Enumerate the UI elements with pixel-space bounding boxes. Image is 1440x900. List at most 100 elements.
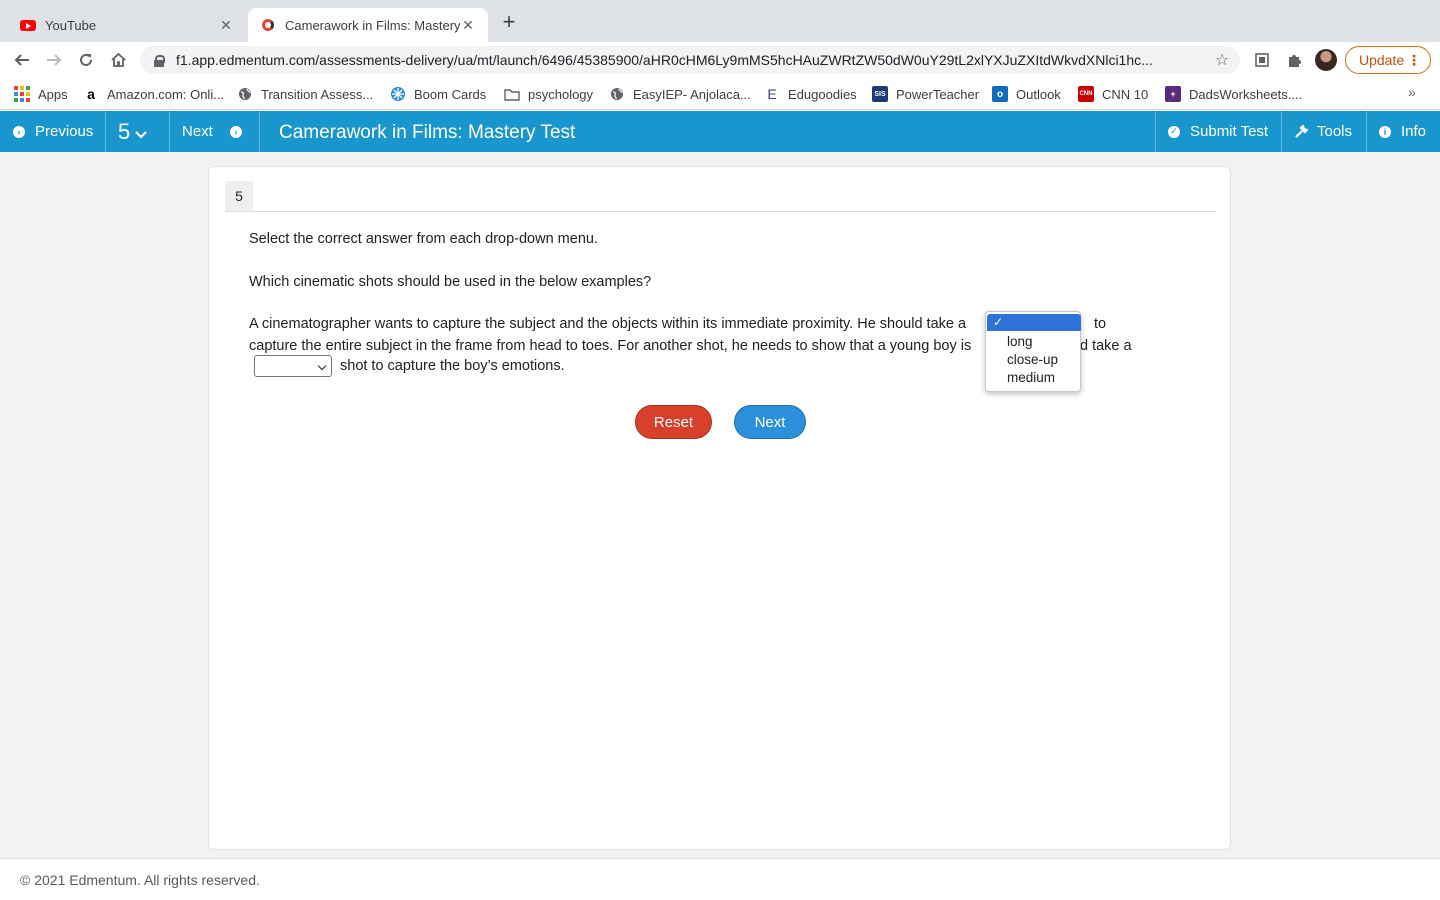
globe-icon (237, 86, 253, 102)
reload-icon[interactable] (74, 48, 98, 72)
tools-label: Tools (1317, 123, 1353, 140)
bookmark-edugoodies[interactable]: E Edugoodies (764, 84, 857, 104)
reset-button[interactable]: Reset (635, 405, 712, 439)
question-number: 5 (118, 118, 131, 144)
arrow-right-circle-icon: › (229, 125, 242, 138)
bookmark-label: EasyIEP- Anjolaca... (633, 86, 751, 102)
assessment-header: ‹ Previous 5 Next › Camerawork in Films:… (0, 111, 1440, 152)
chevron-down-icon (135, 130, 148, 139)
bookmark-boom-cards[interactable]: Boom Cards (390, 84, 486, 104)
address-bar[interactable]: f1.app.edmentum.com/assessments-delivery… (140, 46, 1240, 74)
bookmark-psychology[interactable]: psychology (504, 84, 593, 104)
sentence-text: A cinematographer wants to capture the s… (249, 316, 967, 332)
folder-icon (504, 86, 520, 102)
cnn-icon: CNN (1078, 86, 1094, 102)
back-arrow-icon[interactable] (10, 48, 34, 72)
instruction-text: Select the correct answer from each drop… (249, 231, 598, 247)
apps-grid-icon (14, 86, 30, 102)
bookmark-label: psychology (528, 86, 594, 102)
question-card: 5 Select the correct answer from each dr… (208, 166, 1231, 850)
bookmark-label: Boom Cards (414, 86, 487, 102)
dropdown-option-medium[interactable]: medium (987, 369, 1081, 386)
previous-button[interactable]: ‹ Previous (13, 111, 93, 152)
arrow-left-circle-icon: ‹ (13, 125, 25, 138)
bookmark-label: Outlook (1016, 86, 1061, 102)
footer: © 2021 Edmentum. All rights reserved. (0, 858, 1440, 900)
close-icon[interactable]: ✕ (218, 17, 234, 34)
dropdown-option-blank[interactable]: ✓ (987, 314, 1081, 331)
previous-label: Previous (35, 123, 94, 140)
header-divider (105, 111, 106, 152)
browser-tab-bar: YouTube ✕ Camerawork in Films: Mastery ✕… (0, 0, 1440, 42)
header-divider (1281, 111, 1282, 152)
profile-avatar[interactable] (1315, 49, 1337, 71)
bookmark-label: CNN 10 (1102, 86, 1149, 102)
sentence-line-2: capture the entire subject in the frame … (249, 338, 972, 354)
menu-dots-icon: ⋮ (1407, 52, 1421, 68)
update-label: Update (1359, 52, 1405, 68)
forward-arrow-icon[interactable] (42, 48, 66, 72)
bookmark-label: PowerTeacher (896, 86, 980, 102)
bookmark-easyiep[interactable]: EasyIEP- Anjolaca... (609, 84, 751, 104)
info-label: Info (1401, 123, 1427, 140)
bookmark-powerteacher[interactable]: SIS PowerTeacher (872, 84, 979, 104)
bookmark-transition-assess[interactable]: Transition Assess... (237, 84, 373, 104)
more-bookmarks-chevron-icon[interactable]: » (1408, 84, 1416, 100)
header-divider (259, 111, 260, 152)
boom-cards-icon (390, 86, 406, 102)
bookmark-label: Apps (38, 86, 68, 102)
screenshot-extension-icon[interactable] (1252, 50, 1272, 70)
sentence-line-2-end: d take a (1080, 338, 1132, 354)
new-tab-button[interactable]: + (498, 11, 520, 34)
checkmark-icon: ✓ (993, 315, 1004, 329)
dropdown-option-long[interactable]: long (987, 333, 1081, 350)
bookmark-apps[interactable]: Apps (14, 84, 68, 104)
bookmark-cnn10[interactable]: CNN CNN 10 (1078, 84, 1148, 104)
bookmark-label: DadsWorksheets.... (1189, 86, 1303, 102)
info-circle-icon: i (1379, 125, 1391, 138)
copyright-text: © 2021 Edmentum. All rights reserved. (20, 872, 260, 888)
browser-toolbar: f1.app.edmentum.com/assessments-delivery… (0, 42, 1440, 78)
extensions-puzzle-icon[interactable] (1284, 50, 1304, 70)
tab-title: YouTube (45, 17, 97, 33)
home-icon[interactable] (106, 48, 130, 72)
info-button[interactable]: i Info (1379, 111, 1426, 152)
tab-title: Camerawork in Films: Mastery (285, 17, 460, 33)
header-divider (1155, 111, 1156, 152)
url-text: f1.app.edmentum.com/assessments-delivery… (176, 52, 1153, 68)
header-divider (1366, 111, 1367, 152)
dropdown-option-close-up[interactable]: close-up (987, 351, 1081, 368)
question-number-dropdown[interactable]: 5 (118, 111, 148, 152)
submit-test-button[interactable]: ✓ Submit Test (1168, 111, 1268, 152)
powerteacher-icon: SIS (872, 86, 888, 102)
bookmark-amazon[interactable]: a Amazon.com: Onli... (83, 84, 224, 104)
shot-dropdown-2[interactable] (254, 355, 332, 377)
next-label: Next (182, 123, 213, 140)
youtube-icon (20, 17, 36, 33)
amazon-icon: a (87, 86, 95, 102)
bookmark-outlook[interactable]: o Outlook (992, 84, 1061, 104)
bookmark-star-icon[interactable]: ☆ (1204, 50, 1240, 70)
bookmarks-bar: Apps a Amazon.com: Onli... Transition As… (0, 78, 1440, 110)
tab-camerawork[interactable]: Camerawork in Films: Mastery ✕ (248, 8, 488, 42)
sentence-line-3: shot to capture the boy’s emotions. (340, 358, 565, 374)
tab-youtube[interactable]: YouTube ✕ (8, 8, 246, 42)
close-icon[interactable]: ✕ (460, 17, 476, 34)
lock-icon (154, 54, 165, 67)
edugoodies-icon: E (767, 86, 777, 102)
bookmark-dadsworksheets[interactable]: + DadsWorksheets.... (1165, 84, 1302, 104)
globe-icon (609, 86, 625, 102)
question-number-badge: 5 (225, 181, 253, 211)
update-button[interactable]: Update ⋮ (1345, 46, 1431, 74)
question-prompt: Which cinematic shots should be used in … (249, 274, 652, 290)
shot-dropdown-1-menu[interactable]: ✓ long close-up medium (985, 311, 1081, 392)
tools-button[interactable]: Tools (1294, 111, 1352, 152)
sentence-line-1: A cinematographer wants to capture the s… (249, 316, 966, 332)
dadsworksheets-icon: + (1165, 86, 1181, 102)
next-button[interactable]: Next (734, 405, 806, 439)
bookmark-label: Edugoodies (788, 86, 857, 102)
wrench-icon (1295, 124, 1308, 138)
bookmark-label: Transition Assess... (261, 86, 374, 102)
header-divider (169, 111, 170, 152)
next-header-button[interactable]: Next › (182, 111, 242, 152)
